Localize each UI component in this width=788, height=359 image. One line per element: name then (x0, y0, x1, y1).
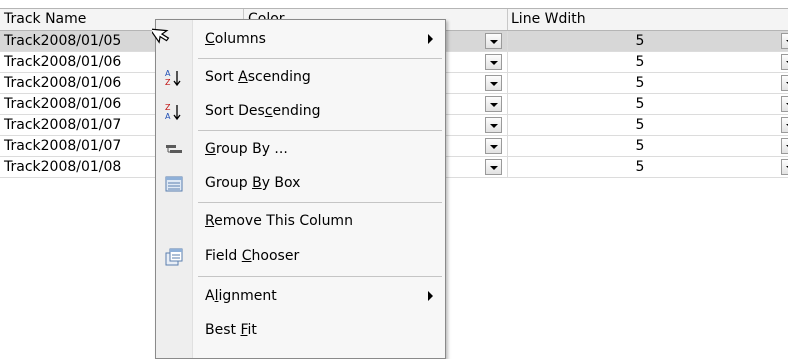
menu-item-field-chooser[interactable]: Field Chooser (156, 240, 445, 272)
color-dropdown-button[interactable] (485, 117, 502, 133)
menu-item-columns[interactable]: Columns (156, 23, 445, 55)
line-width-value: 5 (635, 54, 645, 70)
group-by-icon (166, 145, 182, 153)
line-width-cell[interactable]: 5 (508, 94, 788, 114)
menu-item-label: Sort Descending (205, 103, 321, 119)
menu-item-remove-this-column[interactable]: Remove This Column (156, 205, 445, 237)
line-width-cell[interactable]: 5 (508, 157, 788, 177)
field-chooser-icon (165, 248, 183, 266)
menu-item-label: Remove This Column (205, 213, 353, 229)
sort-ascending-icon: A Z (165, 69, 181, 87)
line-width-value: 5 (635, 159, 645, 175)
menu-item-sort-ascending[interactable]: A Z Sort Ascending (156, 61, 445, 93)
line-width-cell[interactable]: 5 (508, 115, 788, 135)
menu-item-label: Sort Ascending (205, 69, 311, 85)
column-header-line-width[interactable]: Line Wdith (508, 9, 788, 30)
mouse-cursor-icon (152, 28, 170, 44)
svg-text:A: A (165, 69, 171, 78)
line-width-cell[interactable]: 5 (508, 31, 788, 51)
line-width-dropdown-button[interactable] (781, 54, 788, 70)
color-dropdown-button[interactable] (485, 54, 502, 70)
color-dropdown-button[interactable] (485, 75, 502, 91)
menu-separator (198, 202, 442, 203)
sort-descending-icon: Z A (165, 103, 181, 121)
line-width-value: 5 (635, 96, 645, 112)
menu-separator (198, 130, 442, 131)
group-by-box-icon (165, 176, 183, 192)
menu-item-label: Best Fit (205, 322, 257, 338)
column-context-menu: Columns A Z Sort Ascending Z A Sort Desc… (155, 19, 446, 359)
line-width-cell[interactable]: 5 (508, 136, 788, 156)
line-width-value: 5 (635, 75, 645, 91)
menu-item-group-by-box[interactable]: Group By Box (156, 167, 445, 199)
line-width-cell[interactable]: 5 (508, 73, 788, 93)
line-width-value: 5 (635, 33, 645, 49)
color-dropdown-button[interactable] (485, 96, 502, 112)
line-width-dropdown-button[interactable] (781, 96, 788, 112)
menu-item-label: Field Chooser (205, 248, 300, 264)
color-dropdown-button[interactable] (485, 138, 502, 154)
line-width-value: 5 (635, 117, 645, 133)
menu-item-alignment[interactable]: Alignment (156, 280, 445, 312)
menu-item-label: Group By Box (205, 175, 301, 191)
line-width-dropdown-button[interactable] (781, 117, 788, 133)
menu-item-group-by[interactable]: Group By ... (156, 133, 445, 165)
menu-separator (198, 58, 442, 59)
svg-text:A: A (165, 112, 171, 121)
line-width-dropdown-button[interactable] (781, 33, 788, 49)
menu-item-sort-descending[interactable]: Z A Sort Descending (156, 95, 445, 127)
submenu-arrow-icon (428, 291, 433, 301)
line-width-dropdown-button[interactable] (781, 138, 788, 154)
line-width-value: 5 (635, 138, 645, 154)
color-dropdown-button[interactable] (485, 159, 502, 175)
menu-separator (198, 276, 442, 277)
menu-item-label: Group By ... (205, 141, 288, 157)
svg-text:Z: Z (165, 78, 171, 87)
menu-item-label: Alignment (205, 288, 277, 304)
line-width-dropdown-button[interactable] (781, 75, 788, 91)
line-width-dropdown-button[interactable] (781, 159, 788, 175)
submenu-arrow-icon (428, 34, 433, 44)
menu-item-best-fit[interactable]: Best Fit (156, 314, 445, 346)
svg-text:Z: Z (165, 103, 171, 112)
line-width-cell[interactable]: 5 (508, 52, 788, 72)
color-dropdown-button[interactable] (485, 33, 502, 49)
menu-item-label: Columns (205, 31, 266, 47)
